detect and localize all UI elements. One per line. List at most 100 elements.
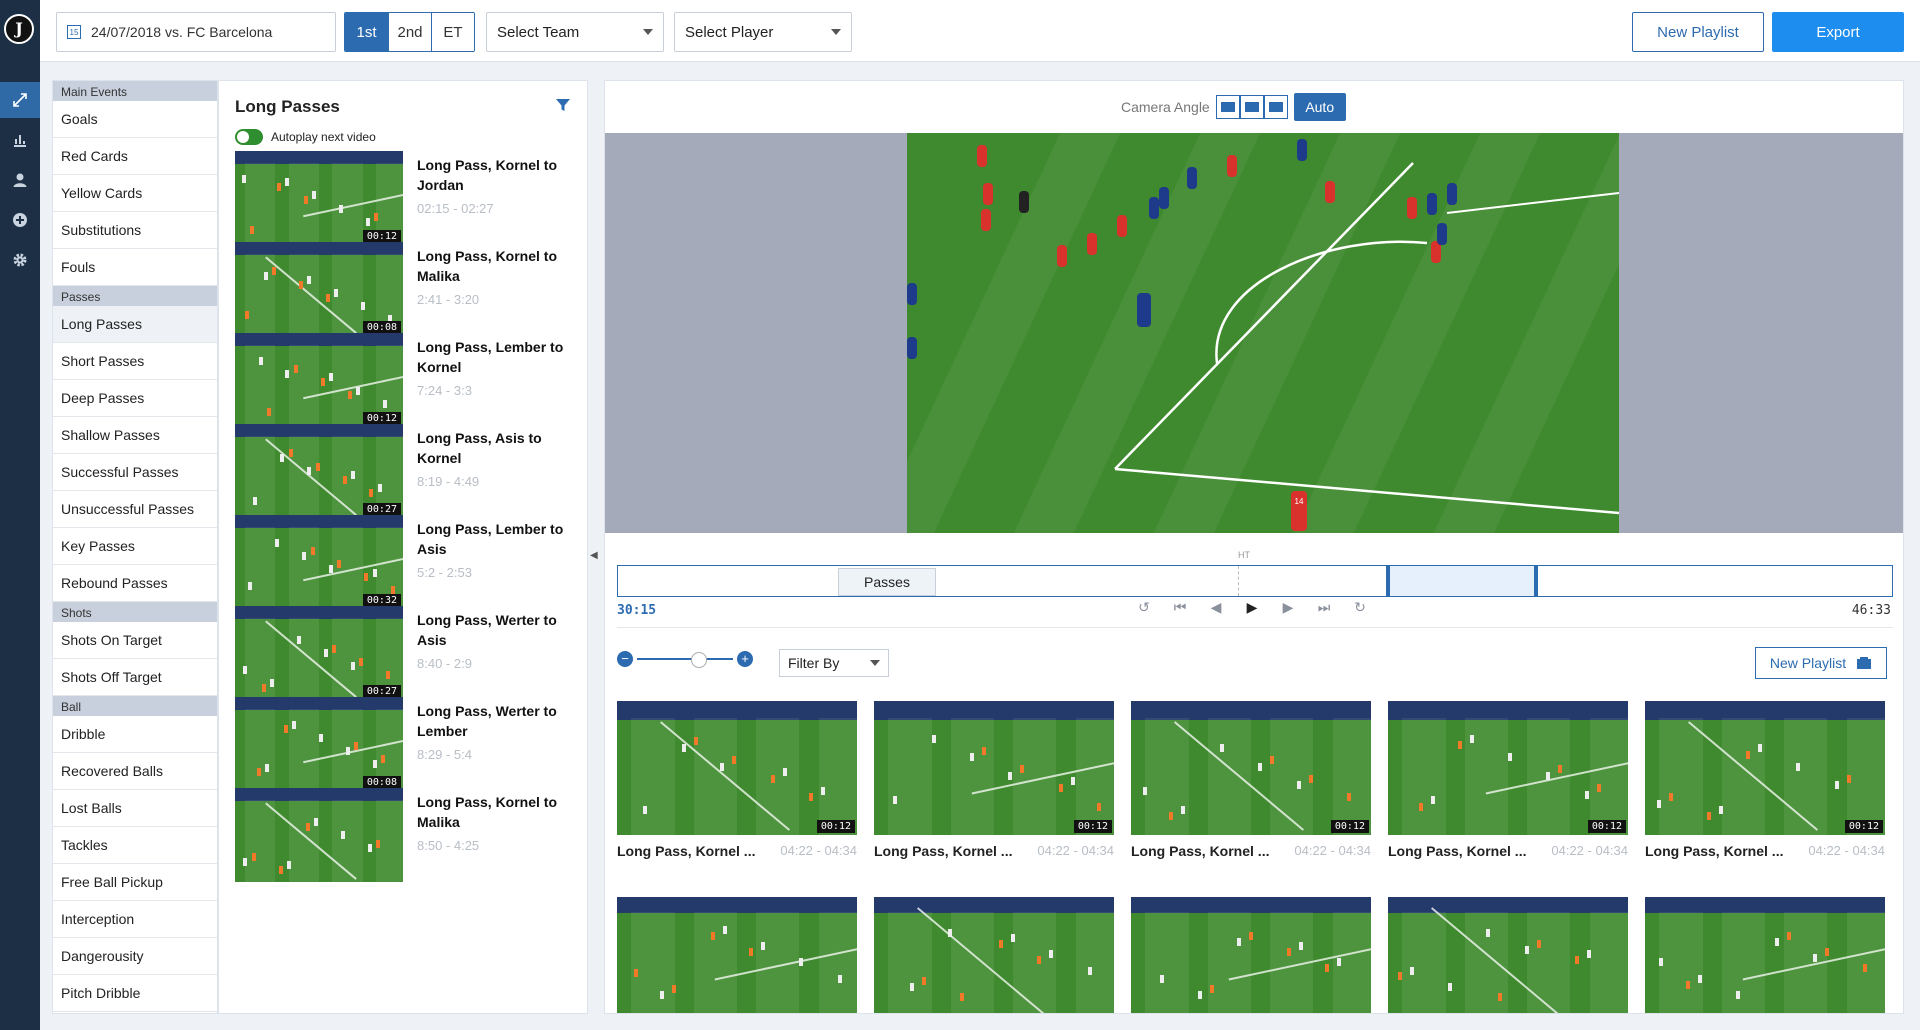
clip-thumbnail[interactable]: 00:12 (1645, 701, 1885, 835)
clip-thumbnail[interactable]: 00:12 (617, 701, 857, 835)
event-list-item[interactable]: 00:27 Long Pass, Asis to Kornel 8:19 - 4:4… (235, 424, 571, 524)
zoom-in-icon[interactable]: + (737, 651, 753, 667)
rewind-5s-icon[interactable]: ↺ (1135, 599, 1153, 616)
event-list-item[interactable]: 00:08 Long Pass, Werter to Lember 8:29 - 5… (235, 697, 571, 797)
category-item[interactable]: Yellow Cards (53, 175, 217, 212)
clip-card[interactable] (1131, 897, 1371, 1013)
filter-icon[interactable] (555, 97, 571, 118)
category-item[interactable]: Deep Passes (53, 380, 217, 417)
camera-auto-button[interactable]: Auto (1293, 93, 1346, 121)
category-item[interactable]: Pitch Dribble (53, 975, 217, 1012)
category-item[interactable]: Shots On Target (53, 622, 217, 659)
clip-thumbnail[interactable] (617, 897, 857, 1013)
camera-center-button[interactable] (1239, 95, 1264, 119)
clips-new-playlist-button[interactable]: New Playlist (1755, 647, 1887, 679)
step-forward-icon[interactable]: ▶ (1279, 599, 1297, 616)
category-item[interactable]: Unsuccessful Passes (53, 491, 217, 528)
camera-left-button[interactable] (1215, 95, 1240, 119)
new-playlist-button[interactable]: New Playlist (1632, 12, 1764, 52)
category-item[interactable]: Recovered Balls (53, 753, 217, 790)
zoom-slider[interactable]: − + (617, 651, 753, 668)
select-team-dropdown[interactable]: Select Team (486, 12, 664, 52)
pitch-lines (1114, 162, 1619, 515)
forward-5s-icon[interactable]: ↻ (1351, 599, 1369, 616)
clip-thumbnail[interactable]: 00:08 (235, 697, 403, 791)
half-2nd-button[interactable]: 2nd (388, 13, 431, 51)
clip-thumbnail[interactable]: 00:12 (1131, 701, 1371, 835)
zoom-out-icon[interactable]: − (617, 651, 633, 667)
event-list-item[interactable]: 00:12 Long Pass, Lember to Kornel 7:24 - 3… (235, 333, 571, 433)
half-1st-button[interactable]: 1st (345, 13, 388, 51)
clip-thumbnail[interactable]: 00:27 (235, 424, 403, 518)
clip-card[interactable] (1388, 897, 1628, 1013)
category-item[interactable]: Shots Off Target (53, 659, 217, 696)
clip-thumbnail[interactable]: 00:08 (235, 242, 403, 336)
halftime-marker: HT (1238, 550, 1250, 560)
clip-thumbnail[interactable]: 00:12 (235, 333, 403, 427)
category-item[interactable]: Dribble (53, 716, 217, 753)
category-item[interactable]: Interception (53, 901, 217, 938)
clip-card[interactable]: 00:12 Long Pass, Kornel ... 04:22 - 04:34 (617, 701, 857, 871)
half-et-button[interactable]: ET (431, 13, 474, 51)
clip-card[interactable]: 00:12 Long Pass, Kornel ... 04:22 - 04:34 (1131, 701, 1371, 871)
toggle-switch[interactable] (235, 129, 263, 145)
category-item[interactable]: Key Passes (53, 528, 217, 565)
category-item[interactable]: Substitutions (53, 212, 217, 249)
event-list-item[interactable]: Long Pass, Kornel to Malika 8:50 - 4:25 (235, 788, 571, 888)
clip-card[interactable]: 00:12 Long Pass, Kornel ... 04:22 - 04:34 (1388, 701, 1628, 871)
clip-thumbnail[interactable]: 00:12 (1388, 701, 1628, 835)
category-item[interactable]: Rebound Passes (53, 565, 217, 602)
event-list-item[interactable]: 00:08 Long Pass, Kornel to Malika 2:41 - 3… (235, 242, 571, 342)
category-item[interactable]: Tackles (53, 827, 217, 864)
timeline-track[interactable]: HT Passes (617, 550, 1893, 597)
stats-icon[interactable] (0, 122, 40, 158)
event-list-item[interactable]: 00:32 Long Pass, Lember to Asis 5:2 - 2:53 (235, 515, 571, 615)
skip-back-icon[interactable]: ⏮ (1171, 599, 1189, 616)
settings-gear-icon[interactable] (0, 242, 40, 278)
filter-by-dropdown[interactable]: Filter By (779, 649, 889, 677)
event-time-range: 8:50 - 4:25 (417, 838, 480, 853)
category-item[interactable]: Short Passes (53, 343, 217, 380)
clip-thumbnail[interactable] (1645, 897, 1885, 1013)
collapse-panel-icon[interactable]: ◀ (590, 550, 598, 561)
category-item-selected[interactable]: Long Passes (53, 306, 217, 343)
clip-thumbnail[interactable]: 00:27 (235, 606, 403, 700)
clip-card[interactable] (617, 897, 857, 1013)
clip-thumbnail[interactable] (1131, 897, 1371, 1013)
clip-thumbnail[interactable] (235, 788, 403, 882)
category-item[interactable]: Goals (53, 101, 217, 138)
category-item[interactable]: Lost Balls (53, 790, 217, 827)
play-icon[interactable]: ▶ (1243, 599, 1261, 616)
category-item[interactable]: Successful Passes (53, 454, 217, 491)
category-item[interactable]: Free Ball Pickup (53, 864, 217, 901)
event-list-item[interactable]: 00:27 Long Pass, Werter to Asis 8:40 - 2:9 (235, 606, 571, 706)
match-date-picker[interactable]: 15 24/07/2018 vs. FC Barcelona (56, 12, 336, 52)
clip-thumbnail[interactable] (874, 897, 1114, 1013)
clip-card[interactable] (1645, 897, 1885, 1013)
clip-thumbnail[interactable]: 00:12 (235, 151, 403, 245)
category-item[interactable]: Red Cards (53, 138, 217, 175)
clip-thumbnail[interactable] (1388, 897, 1628, 1013)
camera-right-button[interactable] (1263, 95, 1288, 119)
zoom-track[interactable] (637, 652, 733, 668)
clip-thumbnail[interactable]: 00:12 (874, 701, 1114, 835)
add-icon[interactable] (0, 202, 40, 238)
timeline-selected-range[interactable] (1386, 566, 1538, 596)
clip-card[interactable] (874, 897, 1114, 1013)
select-player-dropdown[interactable]: Select Player (674, 12, 852, 52)
clip-card[interactable]: 00:12 Long Pass, Kornel ... 04:22 - 04:34 (1645, 701, 1885, 871)
export-button[interactable]: Export (1772, 12, 1904, 52)
video-analysis-icon[interactable] (0, 82, 40, 118)
clip-thumbnail[interactable]: 00:32 (235, 515, 403, 609)
skip-forward-icon[interactable]: ⏭ (1315, 599, 1333, 616)
video-viewport[interactable]: 14 (605, 133, 1903, 533)
category-item[interactable]: Shallow Passes (53, 417, 217, 454)
clip-card[interactable]: 00:12 Long Pass, Kornel ... 04:22 - 04:34 (874, 701, 1114, 871)
category-item[interactable]: Fouls (53, 249, 217, 286)
step-back-icon[interactable]: ◀ (1207, 599, 1225, 616)
event-list-panel: Long Passes Autoplay next video 00:12 Lon… (218, 80, 588, 1014)
category-item[interactable]: Dangerousity (53, 938, 217, 975)
event-list-item[interactable]: 00:12 Long Pass, Kornel to Jordan 02:15 - … (235, 151, 571, 251)
user-icon[interactable] (0, 162, 40, 198)
autoplay-toggle[interactable]: Autoplay next video (235, 129, 376, 145)
